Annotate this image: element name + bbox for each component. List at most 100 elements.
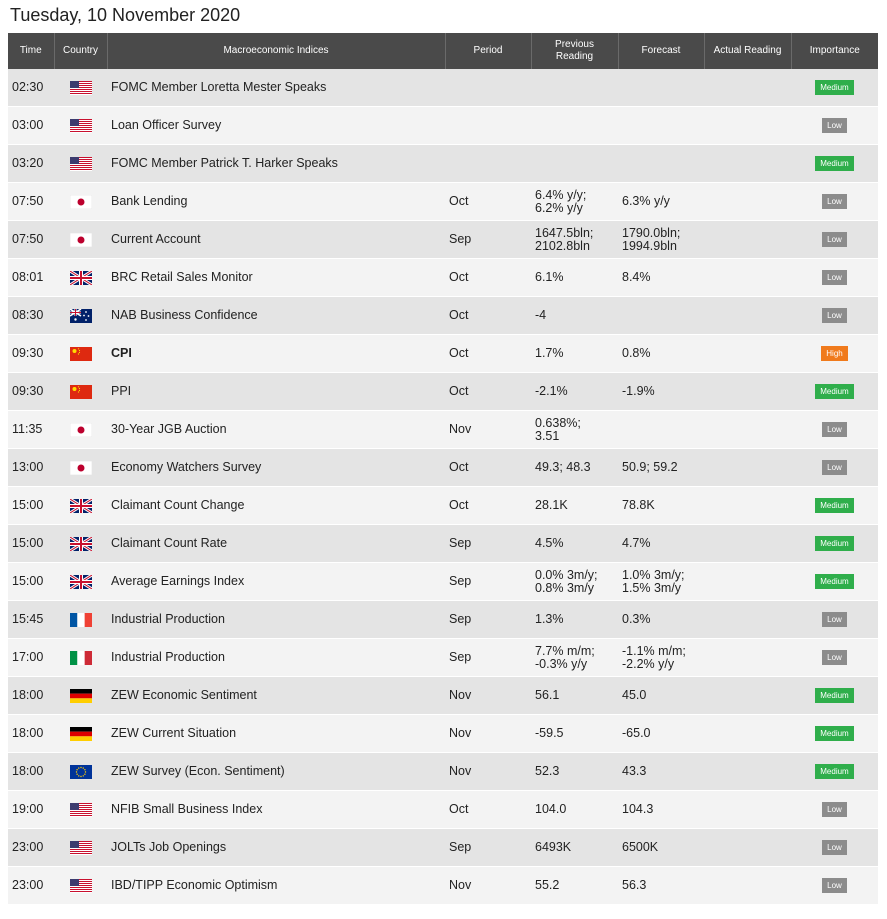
- row-previous-line2: 3.51: [535, 428, 560, 443]
- au-flag-icon: [69, 308, 92, 323]
- importance-badge: High: [821, 346, 848, 361]
- row-forecast-line2: 1994.9bln: [622, 238, 677, 253]
- row-forecast-line1: 78.8K: [622, 498, 655, 512]
- row-forecast: 50.9; 59.2: [618, 448, 704, 487]
- importance-badge: Medium: [815, 384, 854, 399]
- row-forecast: 56.3: [618, 866, 704, 905]
- row-forecast: 8.4%: [618, 258, 704, 297]
- row-period: Sep: [445, 524, 531, 563]
- row-actual: [704, 296, 791, 335]
- row-previous-line1: 7.7% m/m;: [535, 643, 595, 658]
- row-forecast: 43.3: [618, 752, 704, 791]
- row-forecast-line1: 43.3: [622, 764, 647, 778]
- row-previous: -4: [531, 296, 618, 335]
- page-title: Tuesday, 10 November 2020: [10, 5, 241, 25]
- row-country: [54, 828, 107, 867]
- row-event: Claimant Count Rate: [107, 524, 445, 563]
- us-flag-icon: [69, 80, 92, 95]
- row-period: Nov: [445, 410, 531, 449]
- row-actual: [704, 448, 791, 487]
- row-previous-line1: -4: [535, 308, 547, 322]
- row-country: [54, 69, 107, 107]
- row-previous: 1.3%: [531, 600, 618, 639]
- row-country: [54, 372, 107, 411]
- row-period: Oct: [445, 372, 531, 411]
- row-country: [54, 600, 107, 639]
- row-time: 03:00: [8, 106, 54, 145]
- row-time: 13:00: [8, 448, 54, 487]
- row-period: Sep: [445, 600, 531, 639]
- row-importance: Medium: [791, 752, 878, 791]
- row-country: [54, 296, 107, 335]
- row-event: FOMC Member Patrick T. Harker Speaks: [107, 144, 445, 183]
- row-forecast-line1: 8.4%: [622, 270, 651, 284]
- header-previous-reading: Previous Reading: [531, 33, 619, 69]
- row-previous-line1: 1647.5bln;: [535, 225, 594, 240]
- table-row: 13:00 Economy Watchers Survey Oct 49.3; …: [8, 448, 878, 487]
- header-previous-line1: Previous: [555, 39, 594, 50]
- row-event: ZEW Economic Sentiment: [107, 676, 445, 715]
- row-previous: 49.3; 48.3: [531, 448, 618, 487]
- row-country: [54, 676, 107, 715]
- row-period: Nov: [445, 752, 531, 791]
- row-period: Nov: [445, 714, 531, 753]
- row-country: [54, 714, 107, 753]
- row-importance: High: [791, 334, 878, 373]
- row-actual: [704, 676, 791, 715]
- row-actual: [704, 220, 791, 259]
- header-importance: Importance: [791, 33, 878, 69]
- row-forecast-line2: 1.5% 3m/y: [622, 580, 682, 595]
- row-importance: Low: [791, 638, 878, 677]
- row-previous-line2: 2102.8bln: [535, 238, 590, 253]
- jp-flag-icon: [69, 460, 92, 475]
- row-forecast-line1: 45.0: [622, 688, 647, 702]
- row-actual: [704, 562, 791, 601]
- table-row: 19:00 NFIB Small Business Index Oct 104.…: [8, 790, 878, 829]
- row-time: 09:30: [8, 334, 54, 373]
- row-event: NFIB Small Business Index: [107, 790, 445, 829]
- row-time: 19:00: [8, 790, 54, 829]
- importance-badge: Medium: [815, 156, 854, 171]
- row-importance: Low: [791, 220, 878, 259]
- row-actual: [704, 69, 791, 107]
- row-actual: [704, 258, 791, 297]
- table-row: 23:00 IBD/TIPP Economic Optimism Nov 55.…: [8, 866, 878, 905]
- row-previous: [531, 106, 618, 145]
- calendar-page: Tuesday, 10 November 2020 Time Country M…: [0, 0, 887, 919]
- us-flag-icon: [69, 156, 92, 171]
- row-previous-line1: 55.2: [535, 878, 560, 892]
- row-previous: 6493K: [531, 828, 618, 867]
- table-body: 02:30 FOMC Member Loretta Mester Speaks …: [8, 69, 878, 905]
- row-forecast-line1: 104.3: [622, 802, 654, 816]
- row-previous: 104.0: [531, 790, 618, 829]
- row-period: Oct: [445, 448, 531, 487]
- table-row: 07:50 Current Account Sep 1647.5bln; 2102…: [8, 220, 878, 259]
- row-forecast-line1: 6500K: [622, 840, 659, 854]
- row-time: 03:20: [8, 144, 54, 183]
- header-period: Period: [445, 33, 532, 69]
- row-previous-line1: 28.1K: [535, 498, 568, 512]
- header-time: Time: [8, 33, 55, 69]
- table-row: 03:00 Loan Officer Survey Low: [8, 106, 878, 145]
- row-importance: Low: [791, 790, 878, 829]
- row-period: Oct: [445, 334, 531, 373]
- row-event: CPI: [107, 334, 445, 373]
- row-forecast: 104.3: [618, 790, 704, 829]
- row-actual: [704, 714, 791, 753]
- table-row: 03:20 FOMC Member Patrick T. Harker Spea…: [8, 144, 878, 183]
- importance-badge: Low: [822, 308, 847, 323]
- row-importance: Medium: [791, 524, 878, 563]
- row-country: [54, 106, 107, 145]
- row-event: BRC Retail Sales Monitor: [107, 258, 445, 297]
- row-country: [54, 562, 107, 601]
- row-previous-line1: 6.4% y/y;: [535, 187, 587, 202]
- row-event: Economy Watchers Survey: [107, 448, 445, 487]
- row-country: [54, 182, 107, 221]
- table-row: 08:01 BRC Retail Sales Monitor Oct 6.1% …: [8, 258, 878, 297]
- table-header-row: Time Country Macroeconomic Indices Perio…: [8, 33, 878, 69]
- importance-badge: Low: [822, 422, 847, 437]
- row-forecast-line1: 1790.0bln;: [622, 225, 681, 240]
- row-importance: Low: [791, 410, 878, 449]
- row-event: Bank Lending: [107, 182, 445, 221]
- row-event: Loan Officer Survey: [107, 106, 445, 145]
